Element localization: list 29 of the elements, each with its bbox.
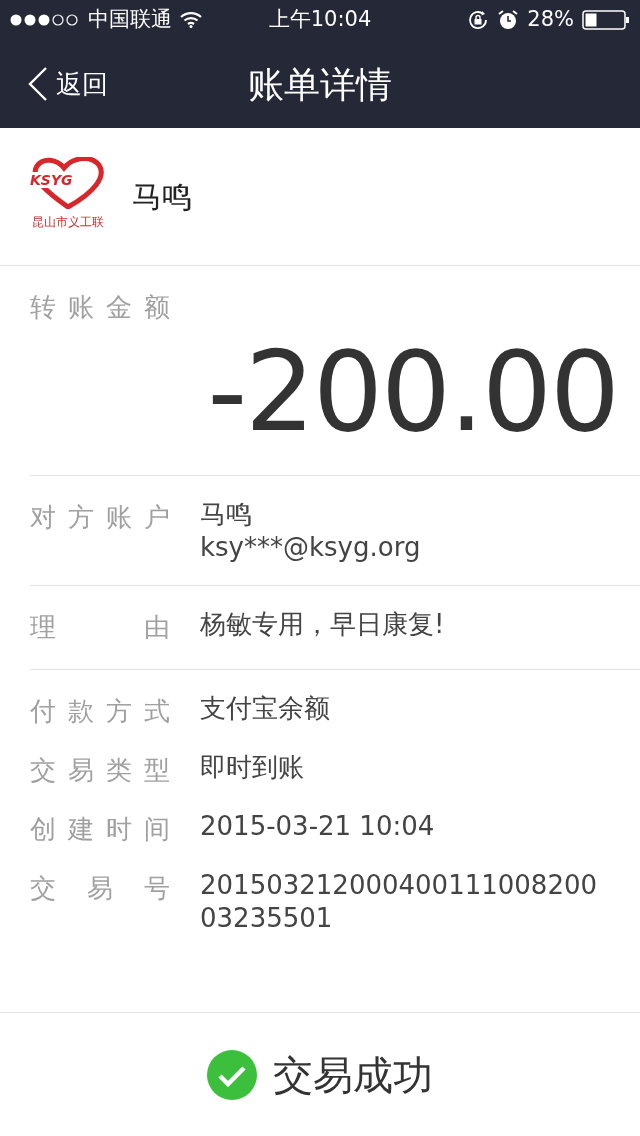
amount-value: -200.00 <box>206 337 618 447</box>
field-label: 付款方式 <box>30 695 170 728</box>
alarm-icon <box>497 9 520 31</box>
field-value: 03235501 <box>200 901 334 934</box>
transaction-status: 交易成功 <box>273 1050 433 1100</box>
field-label: 对方账户 <box>30 501 170 534</box>
payee-name: 马鸣 <box>132 178 192 216</box>
field-value: 即时到账 <box>200 751 304 784</box>
field-label: 交易类型 <box>30 754 170 787</box>
field-value: 杨敏专用，早日康复! <box>200 608 445 641</box>
wifi-icon <box>180 12 202 28</box>
field-label: 创建时间 <box>30 813 170 846</box>
signal-icon <box>10 13 80 27</box>
battery-percent: 28% <box>527 6 574 34</box>
rotation-lock-icon <box>467 9 490 31</box>
field-value: 2015-03-21 10:04 <box>200 810 435 843</box>
carrier-name: 中国联通 <box>88 6 172 34</box>
amount-label: 转账金额 <box>30 291 170 324</box>
field-value: 201503212000400111008200 <box>200 869 597 902</box>
success-check-icon <box>207 1049 257 1100</box>
field-label: 理 由 <box>30 611 170 644</box>
battery-icon <box>582 10 630 30</box>
page-title: 账单详情 <box>248 63 392 107</box>
clock-time: 上午10:04 <box>268 7 372 32</box>
back-button[interactable]: 返回 <box>0 40 108 128</box>
field-value: 支付宝余额 <box>200 692 330 725</box>
field-label: 交 易 号 <box>30 872 170 905</box>
field-value: 马鸣 <box>200 498 253 531</box>
field-value: ksy***@ksyg.org <box>200 530 421 563</box>
